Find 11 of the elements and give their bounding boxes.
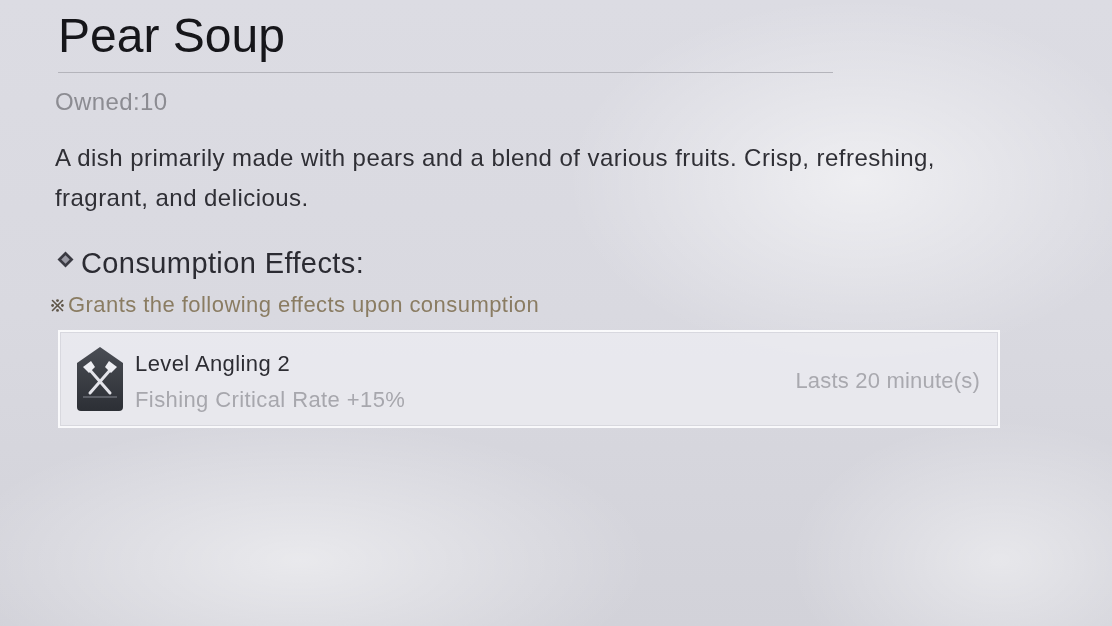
effect-name: Level Angling 2: [135, 349, 291, 378]
diamond-icon: [57, 250, 74, 268]
item-title: Pear Soup: [58, 8, 285, 64]
reference-mark-icon: [51, 298, 64, 312]
owned-count: Owned:10: [55, 87, 168, 117]
effects-note: Grants the following effects upon consumption: [68, 291, 540, 319]
item-description: A dish primarily made with pears and a blend of various fruits. Crisp, refreshing, fragrant, and delicious.: [55, 143, 936, 213]
effect-duration: Lasts 20 minute(s): [795, 367, 980, 395]
crossed-axes-icon: [77, 347, 123, 411]
section-heading: Consumption Effects:: [81, 246, 365, 281]
effect-detail: Fishing Critical Rate +15%: [135, 385, 406, 414]
